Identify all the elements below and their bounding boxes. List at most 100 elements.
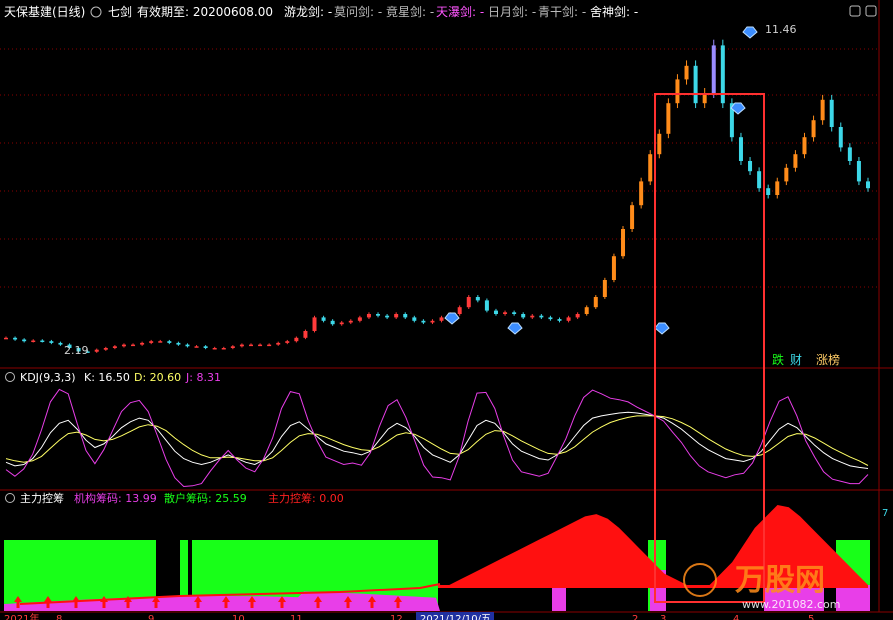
candle-body: [521, 314, 526, 318]
candle-body: [675, 79, 680, 104]
kdj-d: D: 20.60: [134, 371, 181, 384]
diamond-signal-icon: [654, 322, 670, 335]
candle-body: [557, 319, 562, 321]
chips-main: 主力控筹: 0.00: [268, 491, 344, 505]
candle-body: [58, 342, 63, 345]
expand-icon[interactable]: [849, 5, 861, 17]
candle-body: [4, 337, 8, 340]
watermark-brand: 万股网: [735, 563, 825, 598]
sword-4: 日月剑: -: [488, 4, 536, 19]
candle-body: [811, 120, 816, 138]
kdj-k: K: 16.50: [84, 371, 130, 384]
candle-body: [775, 181, 780, 195]
candle-body: [158, 341, 163, 343]
candle-body: [176, 342, 181, 345]
indicator-name: 七剑: [108, 4, 132, 19]
tag-cai: 财: [790, 353, 802, 367]
kdj-line-d: [5, 415, 869, 466]
candle-body: [49, 341, 54, 343]
candle-body: [149, 341, 154, 343]
candle-body: [403, 314, 408, 318]
candle-body: [40, 340, 45, 343]
x-tick-label: 5: [808, 614, 814, 620]
x-tick-label: 2: [632, 614, 638, 620]
candle-body: [366, 314, 371, 318]
candle-body: [312, 317, 317, 331]
candle-body: [339, 322, 344, 325]
candle-body: [548, 317, 553, 320]
chips-name: 主力控筹: [20, 491, 64, 505]
candle-body: [330, 320, 335, 325]
x-tick-label: 11: [290, 614, 303, 620]
candle-body: [847, 147, 852, 161]
candle-body: [503, 312, 508, 314]
x-tick-label: 9: [148, 614, 154, 620]
candle-body: [203, 346, 208, 348]
watermark-logo-icon: [683, 563, 717, 597]
chips-right-value: 7: [882, 508, 888, 519]
diamond-signal-icon: [444, 312, 460, 325]
candle-body: [140, 342, 145, 345]
institution-chip-block: [836, 585, 870, 611]
candle-body: [493, 310, 498, 314]
x-tick-label: 8: [56, 614, 62, 620]
low-price-label: 2.19: [64, 344, 89, 357]
candle-body: [303, 331, 308, 338]
candle-body: [802, 137, 807, 155]
candle-body: [530, 315, 535, 318]
candle-body: [439, 317, 444, 321]
kdj-name: KDJ(9,3,3): [20, 371, 76, 384]
candle-body: [466, 297, 471, 308]
candle-body: [829, 99, 834, 127]
candle-body: [484, 300, 489, 311]
candle-body: [267, 344, 272, 347]
candle-body: [566, 317, 571, 321]
kdj-settings-icon[interactable]: [5, 372, 15, 382]
x-tick-label: 4: [733, 614, 739, 620]
sword-5: 青干剑: -: [538, 4, 586, 19]
x-tick-label: 12: [390, 614, 403, 620]
x-tick-label: 2021/12/10/五: [420, 614, 491, 620]
candle-body: [657, 133, 662, 155]
settings-icon[interactable]: [90, 6, 102, 18]
candle-body: [194, 346, 199, 348]
candle-body: [276, 342, 281, 345]
candle-body: [575, 314, 580, 318]
candle-body: [258, 344, 263, 347]
candle-body: [475, 297, 480, 301]
candle-body: [856, 161, 861, 182]
candle-body: [512, 312, 517, 314]
chips-inst: 机构筹码: 13.99: [74, 491, 157, 505]
candle-body: [748, 161, 753, 172]
candle-body: [394, 314, 399, 318]
diamond-signal-icon: [742, 26, 758, 39]
watermark-url: www.201082.com: [742, 598, 840, 611]
sword-list: 游龙剑: - 莫问剑: - 竟星剑: - 天瀑剑: - 日月剑: - 青干剑: - 舍神剑:…: [284, 4, 638, 19]
candlestick-series: [4, 39, 870, 353]
candle-body: [248, 344, 253, 347]
candle-body: [167, 341, 172, 343]
header-bar: 天保基建(日线) 七剑 有效期至: 20200608.00 游龙剑: - 莫问剑:…: [4, 4, 877, 19]
close-icon[interactable]: [865, 5, 877, 17]
kdj-series: [5, 388, 869, 488]
candle-body: [602, 280, 607, 297]
high-price-label: 11.46: [765, 23, 797, 36]
candle-body: [357, 317, 362, 321]
candle-body: [593, 297, 598, 308]
candle-body: [294, 337, 299, 342]
chips-retail: 散户筹码: 25.59: [164, 491, 247, 505]
candle-body: [239, 344, 244, 347]
candle-body: [539, 315, 544, 318]
candle-body: [212, 348, 217, 350]
signal-tags: 跌 财 涨榜: [772, 352, 840, 367]
sword-0: 游龙剑: -: [284, 4, 332, 19]
candle-body: [866, 181, 870, 189]
candle-body: [738, 137, 743, 161]
candle-body: [412, 317, 417, 321]
candle-body: [684, 65, 689, 80]
kdj-header: KDJ(9,3,3) K: 16.50 D: 20.60 J: 8.31: [5, 371, 221, 384]
chips-settings-icon[interactable]: [5, 493, 15, 503]
candle-body: [757, 171, 762, 189]
candle-body: [131, 344, 136, 347]
candle-body: [838, 127, 843, 148]
